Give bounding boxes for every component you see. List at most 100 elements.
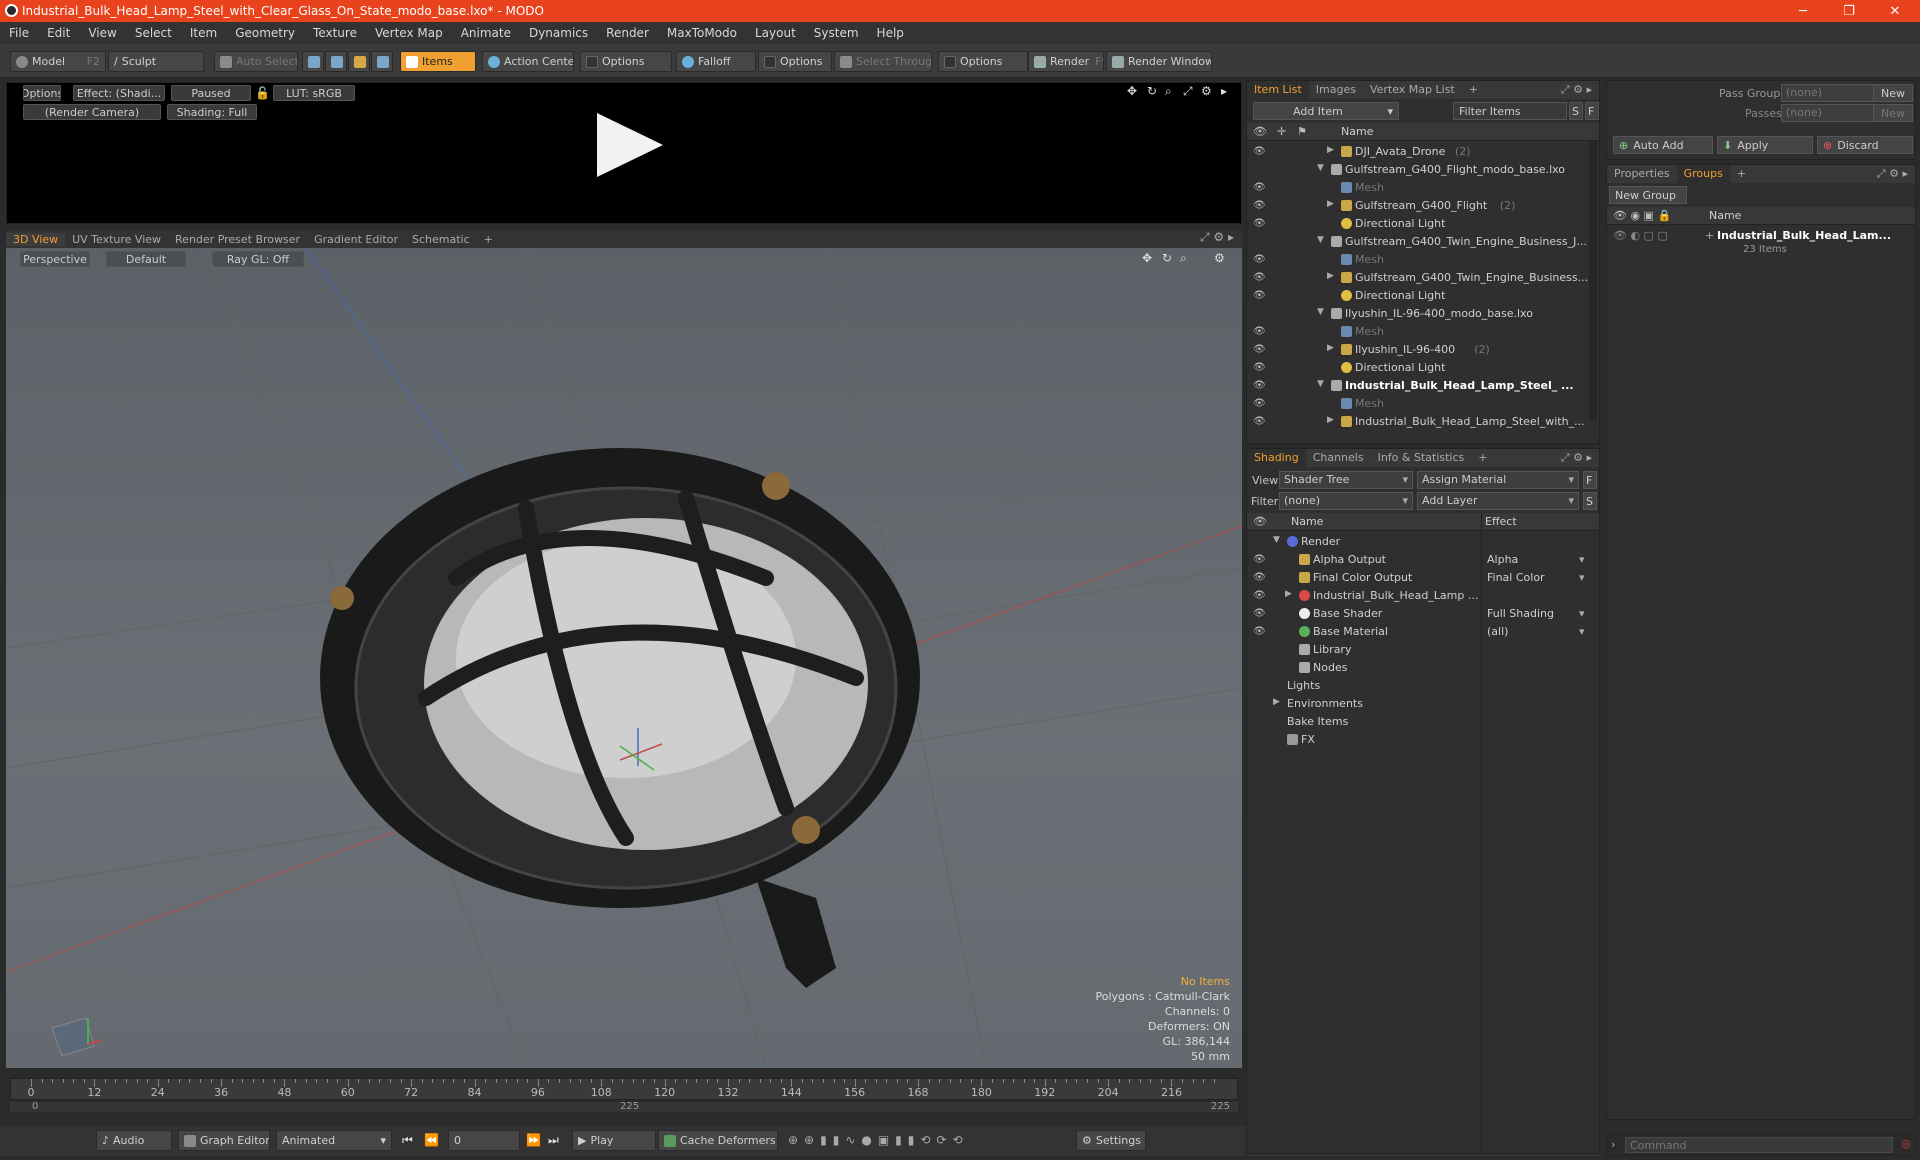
menu-file[interactable]: File — [0, 26, 38, 40]
action-center-options-button[interactable]: Options — [580, 51, 672, 72]
add-tab-icon[interactable]: + — [1462, 81, 1485, 99]
sculpt-mode-button[interactable]: / Sculpt — [108, 51, 204, 72]
command-history-icon[interactable]: ◎ — [1901, 1137, 1911, 1150]
shader-tree-row[interactable]: Library — [1247, 641, 1599, 659]
tab-info-statistics[interactable]: Info & Statistics — [1371, 449, 1472, 467]
menu-dynamics[interactable]: Dynamics — [520, 26, 597, 40]
expand-icon[interactable]: ▶ — [1327, 199, 1334, 209]
preview-paused-button[interactable]: Paused — [171, 85, 251, 101]
expand-arrow-icon[interactable]: ▸ — [1221, 84, 1227, 98]
settings-button[interactable]: ⚙ Settings — [1076, 1130, 1146, 1151]
item-list-row[interactable]: 👁 Mesh — [1247, 179, 1599, 197]
new-group-button[interactable]: New Group — [1609, 186, 1687, 204]
visibility-eye-icon[interactable]: 👁 — [1253, 554, 1266, 565]
visibility-eye-icon[interactable]: 👁 — [1253, 326, 1266, 337]
render-camera-dropdown[interactable]: (Render Camera) — [23, 104, 161, 120]
3d-viewport[interactable]: Perspective Default Ray GL: Off ✥ ↻ ⌕ ⚙ — [6, 248, 1242, 1068]
item-list-row[interactable]: 👁 ▶ Industrial_Bulk_Head_Lamp_Steel_with_.… — [1247, 413, 1599, 431]
render-button[interactable]: Render F9 — [1028, 51, 1104, 72]
timeline-range[interactable]: 0 225 225 — [10, 1101, 1238, 1112]
shader-tree-row[interactable]: Lights — [1247, 677, 1599, 695]
add-layer-dropdown[interactable]: Add Layer — [1417, 492, 1579, 510]
assign-material-dropdown[interactable]: Assign Material — [1417, 471, 1579, 489]
prev-frame-icon[interactable]: ⏪ — [424, 1133, 439, 1147]
item-list-row[interactable]: 👁 Mesh — [1247, 395, 1599, 413]
visibility-eye-icon[interactable]: 👁 — [1253, 146, 1266, 157]
visibility-eye-icon[interactable]: 👁 — [1253, 572, 1266, 583]
menu-system[interactable]: System — [805, 26, 868, 40]
menu-help[interactable]: Help — [868, 26, 913, 40]
restore-icon[interactable]: ❐ — [1826, 0, 1872, 22]
key-tools-icons[interactable]: ⊕⊕▮▮∿●▣▮▮⟲⟳⟲ — [788, 1133, 969, 1147]
visibility-eye-icon[interactable]: 👁 — [1253, 608, 1266, 619]
visibility-eye-icon[interactable]: 👁 — [1253, 200, 1266, 211]
item-list-row[interactable]: 👁 ▶ Gulfstream_G400_Twin_Engine_Business..… — [1247, 269, 1599, 287]
item-list-scrollbar[interactable] — [1589, 141, 1597, 421]
render-preview[interactable]: Options Effect: (Shadi... Paused 🔓 LUT: … — [6, 82, 1242, 224]
menu-render[interactable]: Render — [597, 26, 658, 40]
panel-options-icons[interactable]: ⤢ ⚙ ▸ — [1870, 165, 1915, 183]
tab-schematic[interactable]: Schematic — [405, 233, 477, 246]
menu-vertex-map[interactable]: Vertex Map — [366, 26, 452, 40]
visibility-eye-icon[interactable]: 👁 — [1253, 416, 1266, 427]
items-mode-button[interactable]: Items — [400, 51, 476, 72]
action-center-button[interactable]: Action Center — [482, 51, 574, 72]
shading-dropdown[interactable]: Shading: Full — [167, 104, 257, 120]
move-icon[interactable]: ✥ — [1127, 84, 1137, 98]
expand-icon[interactable]: ▶ — [1327, 271, 1334, 281]
first-frame-icon[interactable]: ⏮ — [402, 1133, 413, 1148]
command-input[interactable] — [1625, 1137, 1893, 1153]
visibility-eye-icon[interactable]: 👁 — [1253, 626, 1266, 637]
group-row[interactable]: 👁 ◐ ▢ ▢ + Industrial_Bulk_Head_Lam... 23… — [1607, 227, 1915, 261]
menu-view[interactable]: View — [79, 26, 125, 40]
tab-render-preset-browser[interactable]: Render Preset Browser — [168, 233, 307, 246]
tab-3d-view[interactable]: 3D View — [6, 232, 66, 246]
chevron-down-icon[interactable]: ▾ — [1579, 625, 1585, 638]
add-tab-icon[interactable]: + — [1730, 165, 1753, 183]
expand-icon[interactable]: ▶ — [1327, 145, 1334, 155]
tab-channels[interactable]: Channels — [1306, 449, 1371, 467]
polygons-mode-button[interactable] — [348, 51, 370, 72]
menu-animate[interactable]: Animate — [452, 26, 520, 40]
item-list-row[interactable]: 👁 ▶ DJI_Avata_Drone (2) — [1247, 143, 1599, 161]
chevron-down-icon[interactable]: ▾ — [1579, 553, 1585, 566]
viewport-layout-icons[interactable]: ⤢ ⚙ ▸ — [1200, 230, 1234, 245]
item-list-row[interactable]: 👁 Directional Light — [1247, 215, 1599, 233]
timeline-ruler[interactable]: 0 12 24 36 48 60 72 84 96 108 120 132 144 156 168 180 19… — [10, 1078, 1238, 1100]
tab-groups[interactable]: Groups — [1676, 165, 1730, 183]
model-mode-button[interactable]: Model F2 — [10, 51, 106, 72]
visibility-eye-icon[interactable]: 👁 — [1253, 590, 1266, 601]
filter-s-button[interactable]: S — [1569, 102, 1583, 120]
render-window-button[interactable]: Render Window — [1106, 51, 1212, 72]
tab-item-list[interactable]: Item List — [1247, 81, 1309, 99]
visibility-eye-icon[interactable]: 👁 — [1253, 344, 1266, 355]
visibility-eye-icon[interactable]: 👁 — [1253, 272, 1266, 283]
maximize-icon[interactable]: ⤢ — [1183, 84, 1193, 99]
timeline[interactable]: 0 12 24 36 48 60 72 84 96 108 120 132 144 156 168 180 19… — [6, 1074, 1242, 1118]
select-through-button[interactable]: Select Through — [834, 51, 932, 72]
shader-effect-dropdown[interactable]: Full Shading — [1487, 607, 1554, 620]
menu-maxtomodo[interactable]: MaxToModo — [658, 26, 746, 40]
select-through-options-button[interactable]: Options — [938, 51, 1028, 72]
shader-tree-row[interactable]: 👁 Final Color Output Final Color ▾ — [1247, 569, 1599, 587]
item-list-row[interactable]: 👁 Directional Light — [1247, 287, 1599, 305]
cache-deformers-button[interactable]: Cache Deformers — [658, 1130, 778, 1151]
item-list-row[interactable]: 👁 Mesh — [1247, 251, 1599, 269]
shader-effect-dropdown[interactable]: Final Color — [1487, 571, 1545, 584]
filter-dropdown[interactable]: (none) — [1279, 492, 1413, 510]
menu-layout[interactable]: Layout — [746, 26, 805, 40]
shading-s-button[interactable]: S — [1583, 492, 1597, 510]
panel-options-icons[interactable]: ⤢ ⚙ ▸ — [1554, 81, 1599, 99]
visibility-eye-icon[interactable]: 👁 — [1253, 398, 1266, 409]
shader-tree-row[interactable]: Bake Items — [1247, 713, 1599, 731]
frame-input[interactable]: 0 — [448, 1130, 520, 1151]
lock-icon[interactable]: 🔓 — [255, 86, 270, 100]
auto-select-button[interactable]: Auto Select — [214, 51, 298, 72]
visibility-eye-icon[interactable]: 👁 — [1253, 380, 1266, 391]
animated-dropdown[interactable]: Animated ▾ — [276, 1130, 392, 1151]
preview-effect-dropdown[interactable]: Effect: (Shadi... — [73, 85, 165, 101]
visibility-eye-icon[interactable]: 👁 — [1253, 182, 1266, 193]
expand-icon[interactable]: ▶ — [1273, 697, 1280, 707]
vertices-mode-button[interactable] — [302, 51, 324, 72]
visibility-eye-icon[interactable]: 👁 — [1253, 218, 1266, 229]
